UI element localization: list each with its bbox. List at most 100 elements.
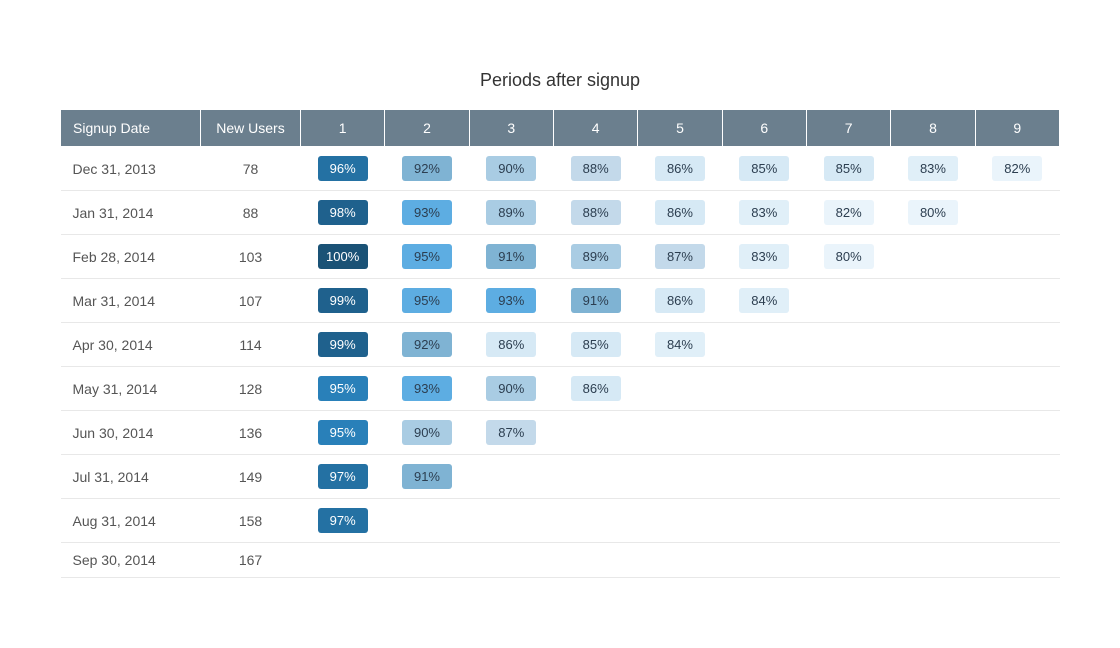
cell-period-2: 90% bbox=[385, 411, 469, 455]
cell-period-2: 91% bbox=[385, 455, 469, 499]
cell-date: Jan 31, 2014 bbox=[61, 191, 201, 235]
cell-period-2 bbox=[385, 543, 469, 578]
cell-date: Feb 28, 2014 bbox=[61, 235, 201, 279]
cell-period-6: 85% bbox=[722, 147, 806, 191]
cell-period-5: 84% bbox=[638, 323, 722, 367]
cell-users: 78 bbox=[201, 147, 301, 191]
cell-period-1 bbox=[301, 543, 385, 578]
cell-period-6 bbox=[722, 323, 806, 367]
cell-users: 136 bbox=[201, 411, 301, 455]
table-row: Aug 31, 201415897% bbox=[61, 499, 1060, 543]
cell-period-7 bbox=[806, 543, 890, 578]
cell-users: 114 bbox=[201, 323, 301, 367]
cell-date: Jul 31, 2014 bbox=[61, 455, 201, 499]
cell-period-3: 93% bbox=[469, 279, 553, 323]
cell-period-8 bbox=[891, 235, 975, 279]
cell-period-1: 99% bbox=[301, 279, 385, 323]
cell-period-7 bbox=[806, 367, 890, 411]
cell-period-5 bbox=[638, 499, 722, 543]
cell-period-4 bbox=[553, 411, 637, 455]
cell-period-8 bbox=[891, 279, 975, 323]
cell-period-8 bbox=[891, 499, 975, 543]
cell-period-4 bbox=[553, 499, 637, 543]
cell-period-7 bbox=[806, 323, 890, 367]
table-row: Sep 30, 2014167 bbox=[61, 543, 1060, 578]
cell-period-6 bbox=[722, 543, 806, 578]
cell-date: Sep 30, 2014 bbox=[61, 543, 201, 578]
header-new-users: New Users bbox=[201, 110, 301, 147]
cell-period-7: 80% bbox=[806, 235, 890, 279]
header-period-2: 2 bbox=[385, 110, 469, 147]
cell-date: Jun 30, 2014 bbox=[61, 411, 201, 455]
cell-period-9 bbox=[975, 323, 1059, 367]
cell-period-5: 86% bbox=[638, 191, 722, 235]
cell-period-3: 90% bbox=[469, 367, 553, 411]
cell-users: 158 bbox=[201, 499, 301, 543]
table-row: Feb 28, 2014103100%95%91%89%87%83%80% bbox=[61, 235, 1060, 279]
cell-period-7 bbox=[806, 499, 890, 543]
table-row: Jul 31, 201414997%91% bbox=[61, 455, 1060, 499]
cell-period-4: 91% bbox=[553, 279, 637, 323]
cell-period-6 bbox=[722, 367, 806, 411]
cell-period-2: 92% bbox=[385, 147, 469, 191]
header-period-7: 7 bbox=[806, 110, 890, 147]
cell-period-3 bbox=[469, 543, 553, 578]
cell-period-8: 83% bbox=[891, 147, 975, 191]
cell-period-6 bbox=[722, 411, 806, 455]
cell-users: 88 bbox=[201, 191, 301, 235]
cell-period-4 bbox=[553, 543, 637, 578]
cell-period-1: 95% bbox=[301, 367, 385, 411]
header-period-5: 5 bbox=[638, 110, 722, 147]
cell-period-9 bbox=[975, 455, 1059, 499]
header-period-9: 9 bbox=[975, 110, 1059, 147]
cell-period-9 bbox=[975, 279, 1059, 323]
cell-period-4: 88% bbox=[553, 147, 637, 191]
cell-period-1: 97% bbox=[301, 499, 385, 543]
cell-period-4 bbox=[553, 455, 637, 499]
table-row: Apr 30, 201411499%92%86%85%84% bbox=[61, 323, 1060, 367]
table-row: Mar 31, 201410799%95%93%91%86%84% bbox=[61, 279, 1060, 323]
chart-title: Periods after signup bbox=[60, 70, 1060, 91]
cell-period-1: 96% bbox=[301, 147, 385, 191]
cell-users: 103 bbox=[201, 235, 301, 279]
cell-period-1: 99% bbox=[301, 323, 385, 367]
cell-period-3: 86% bbox=[469, 323, 553, 367]
header-period-6: 6 bbox=[722, 110, 806, 147]
cell-date: May 31, 2014 bbox=[61, 367, 201, 411]
cell-date: Dec 31, 2013 bbox=[61, 147, 201, 191]
cell-users: 128 bbox=[201, 367, 301, 411]
cell-period-5: 86% bbox=[638, 279, 722, 323]
cell-period-5: 87% bbox=[638, 235, 722, 279]
cell-users: 107 bbox=[201, 279, 301, 323]
cell-period-5 bbox=[638, 543, 722, 578]
header-period-8: 8 bbox=[891, 110, 975, 147]
cell-period-6: 83% bbox=[722, 235, 806, 279]
table-row: Jun 30, 201413695%90%87% bbox=[61, 411, 1060, 455]
cell-period-8 bbox=[891, 411, 975, 455]
cell-period-8: 80% bbox=[891, 191, 975, 235]
header-signup-date: Signup Date bbox=[61, 110, 201, 147]
cell-users: 167 bbox=[201, 543, 301, 578]
cell-date: Aug 31, 2014 bbox=[61, 499, 201, 543]
cell-period-3: 90% bbox=[469, 147, 553, 191]
table-row: Dec 31, 20137896%92%90%88%86%85%85%83%82… bbox=[61, 147, 1060, 191]
cell-period-9: 82% bbox=[975, 147, 1059, 191]
cell-period-2: 93% bbox=[385, 367, 469, 411]
table-row: May 31, 201412895%93%90%86% bbox=[61, 367, 1060, 411]
cell-period-5 bbox=[638, 367, 722, 411]
cell-period-4: 85% bbox=[553, 323, 637, 367]
cell-period-9 bbox=[975, 235, 1059, 279]
table-header-row: Signup Date New Users 1 2 3 4 5 6 7 8 9 bbox=[61, 110, 1060, 147]
cell-period-6 bbox=[722, 455, 806, 499]
cell-period-5 bbox=[638, 455, 722, 499]
cell-period-4: 86% bbox=[553, 367, 637, 411]
cell-period-3 bbox=[469, 455, 553, 499]
cell-period-3 bbox=[469, 499, 553, 543]
cell-period-6: 83% bbox=[722, 191, 806, 235]
cell-period-9 bbox=[975, 499, 1059, 543]
cell-period-8 bbox=[891, 323, 975, 367]
cell-period-9 bbox=[975, 543, 1059, 578]
cell-period-9 bbox=[975, 367, 1059, 411]
header-period-4: 4 bbox=[553, 110, 637, 147]
cell-period-2: 92% bbox=[385, 323, 469, 367]
